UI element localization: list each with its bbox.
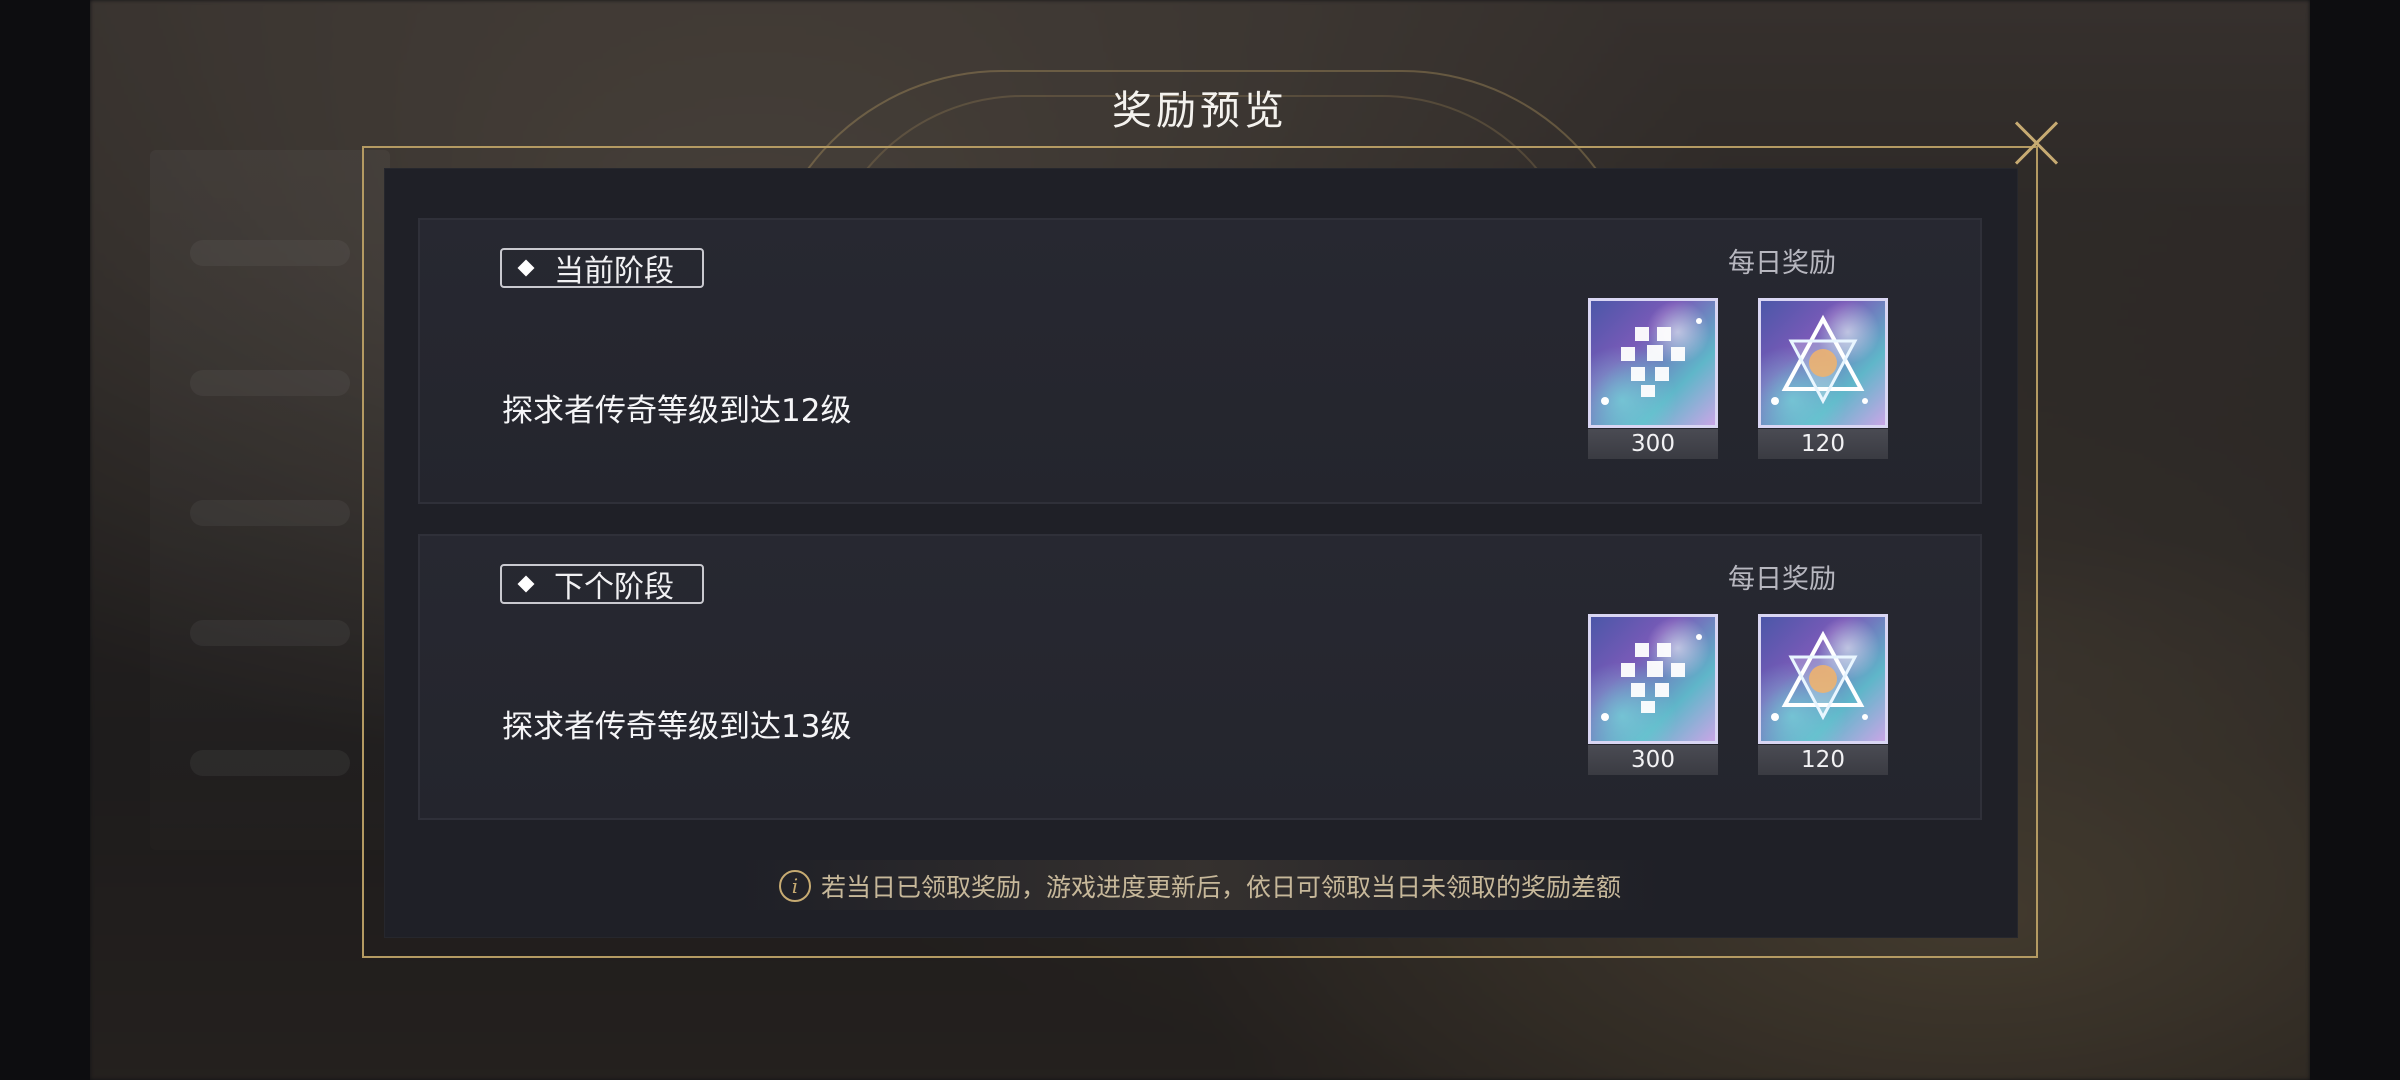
stage-card-next: 下个阶段 探求者传奇等级到达13级 每日奖励 300 120 [418, 534, 1982, 820]
reward-item[interactable]: 300 [1588, 298, 1718, 462]
stage-card-current: 当前阶段 探求者传奇等级到达12级 每日奖励 300 120 [418, 218, 1982, 504]
fragment-crystal-icon [1588, 298, 1718, 428]
notice-text: 若当日已领取奖励，游戏进度更新后，依日可领取当日未领取的奖励差额 [820, 873, 1621, 902]
stage-tag: 下个阶段 [500, 564, 704, 605]
fragment-crystal-icon [1588, 614, 1718, 744]
reward-count: 120 [1758, 745, 1888, 775]
daily-reward-label: 每日奖励 [1728, 248, 1836, 279]
reward-count: 300 [1588, 745, 1718, 775]
star-crystal-icon [1758, 298, 1888, 428]
stage-tag: 当前阶段 [500, 248, 704, 289]
reward-count: 120 [1758, 429, 1888, 459]
notice: i 若当日已领取奖励，游戏进度更新后，依日可领取当日未领取的奖励差额 [0, 868, 2400, 904]
stage-description: 探求者传奇等级到达13级 [502, 709, 852, 745]
stage-tag-label: 下个阶段 [554, 570, 674, 605]
stage-tag-label: 当前阶段 [554, 254, 674, 289]
reward-item[interactable]: 120 [1758, 614, 1888, 778]
reward-item[interactable]: 300 [1588, 614, 1718, 778]
reward-item[interactable]: 120 [1758, 298, 1888, 462]
star-crystal-icon [1758, 614, 1888, 744]
stage-description: 探求者传奇等级到达12级 [502, 393, 852, 429]
daily-reward-label: 每日奖励 [1728, 564, 1836, 595]
reward-count: 300 [1588, 429, 1718, 459]
diamond-icon [517, 259, 535, 277]
diamond-icon [517, 575, 535, 593]
close-button[interactable] [2012, 118, 2062, 168]
info-icon: i [778, 870, 811, 902]
